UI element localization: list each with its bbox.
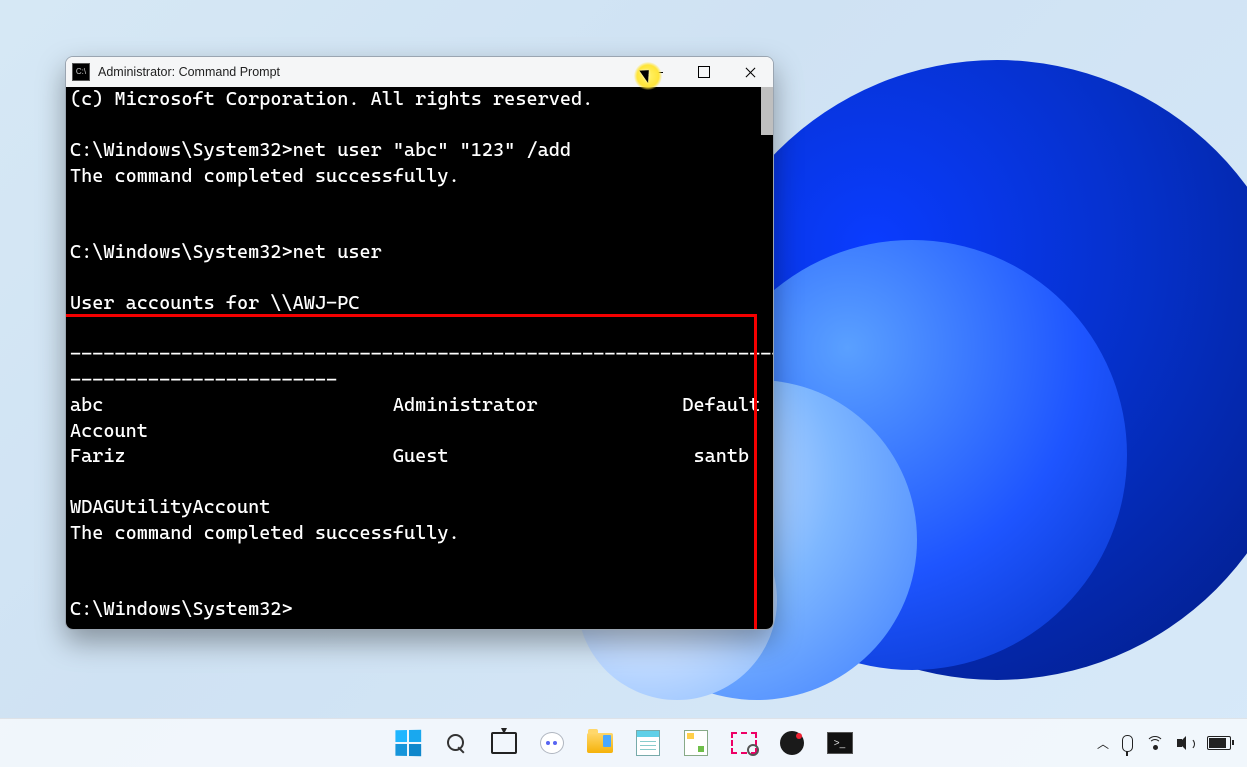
- terminal-line: Account: [70, 420, 148, 442]
- terminal-line: ------------------------: [70, 369, 337, 391]
- microphone-icon[interactable]: [1122, 735, 1133, 752]
- battery-icon[interactable]: [1207, 736, 1231, 750]
- search-button[interactable]: [436, 723, 476, 763]
- terminal-taskbar-button[interactable]: >_: [820, 723, 860, 763]
- scrollbar-thumb[interactable]: [761, 87, 773, 135]
- terminal-line: The command completed successfully.: [70, 165, 460, 187]
- terminal-line: ----------------------------------------…: [70, 343, 774, 365]
- minimize-button[interactable]: [635, 57, 681, 87]
- maximize-button[interactable]: [681, 57, 727, 87]
- tray-overflow-button[interactable]: ︿: [1097, 735, 1109, 752]
- file-explorer-button[interactable]: [580, 723, 620, 763]
- system-tray: ︿: [1097, 735, 1247, 752]
- start-button[interactable]: [388, 723, 428, 763]
- terminal-line: Fariz Guest santb: [70, 445, 749, 467]
- paint-icon: [684, 730, 708, 756]
- terminal-line: (c) Microsoft Corporation. All rights re…: [70, 88, 593, 110]
- notepad-button[interactable]: [628, 723, 668, 763]
- terminal-line: C:\Windows\System32>net user "abc" "123"…: [70, 139, 571, 161]
- terminal-line: C:\Windows\System32>net user: [70, 241, 382, 263]
- chat-icon: [540, 732, 564, 754]
- window-title: Administrator: Command Prompt: [98, 65, 280, 79]
- search-icon: [446, 733, 466, 753]
- snip-icon: [731, 732, 757, 754]
- notepad-icon: [636, 730, 660, 756]
- terminal-line: User accounts for \\AWJ-PC: [70, 292, 359, 314]
- maximize-icon: [698, 66, 710, 78]
- close-button[interactable]: [727, 57, 773, 87]
- minimize-icon: [653, 72, 663, 73]
- cmd-icon: C:\: [72, 63, 90, 81]
- terminal-output[interactable]: (c) Microsoft Corporation. All rights re…: [66, 87, 773, 627]
- start-icon: [395, 730, 421, 757]
- desktop: C:\ Administrator: Command Prompt (c) Mi…: [0, 0, 1247, 767]
- titlebar[interactable]: C:\ Administrator: Command Prompt: [66, 57, 773, 87]
- terminal-line: WDAGUtilityAccount: [70, 496, 270, 518]
- close-icon: [745, 67, 756, 78]
- taskbar: >_ ︿: [0, 718, 1247, 767]
- volume-icon[interactable]: [1177, 736, 1194, 750]
- chat-button[interactable]: [532, 723, 572, 763]
- terminal-area[interactable]: (c) Microsoft Corporation. All rights re…: [66, 87, 773, 629]
- terminal-line: C:\Windows\System32>: [70, 598, 293, 620]
- terminal-line: abc Administrator Default: [70, 394, 760, 416]
- terminal-line: The command completed successfully.: [70, 522, 460, 544]
- taskview-button[interactable]: [484, 723, 524, 763]
- obs-button[interactable]: [772, 723, 812, 763]
- taskbar-center: >_: [388, 723, 860, 763]
- snipping-tool-button[interactable]: [724, 723, 764, 763]
- taskview-icon: [491, 732, 517, 754]
- paint-button[interactable]: [676, 723, 716, 763]
- wifi-icon[interactable]: [1146, 736, 1164, 750]
- terminal-icon: >_: [827, 732, 853, 754]
- obs-icon: [780, 731, 804, 755]
- command-prompt-window[interactable]: C:\ Administrator: Command Prompt (c) Mi…: [65, 56, 774, 630]
- folder-icon: [587, 733, 613, 753]
